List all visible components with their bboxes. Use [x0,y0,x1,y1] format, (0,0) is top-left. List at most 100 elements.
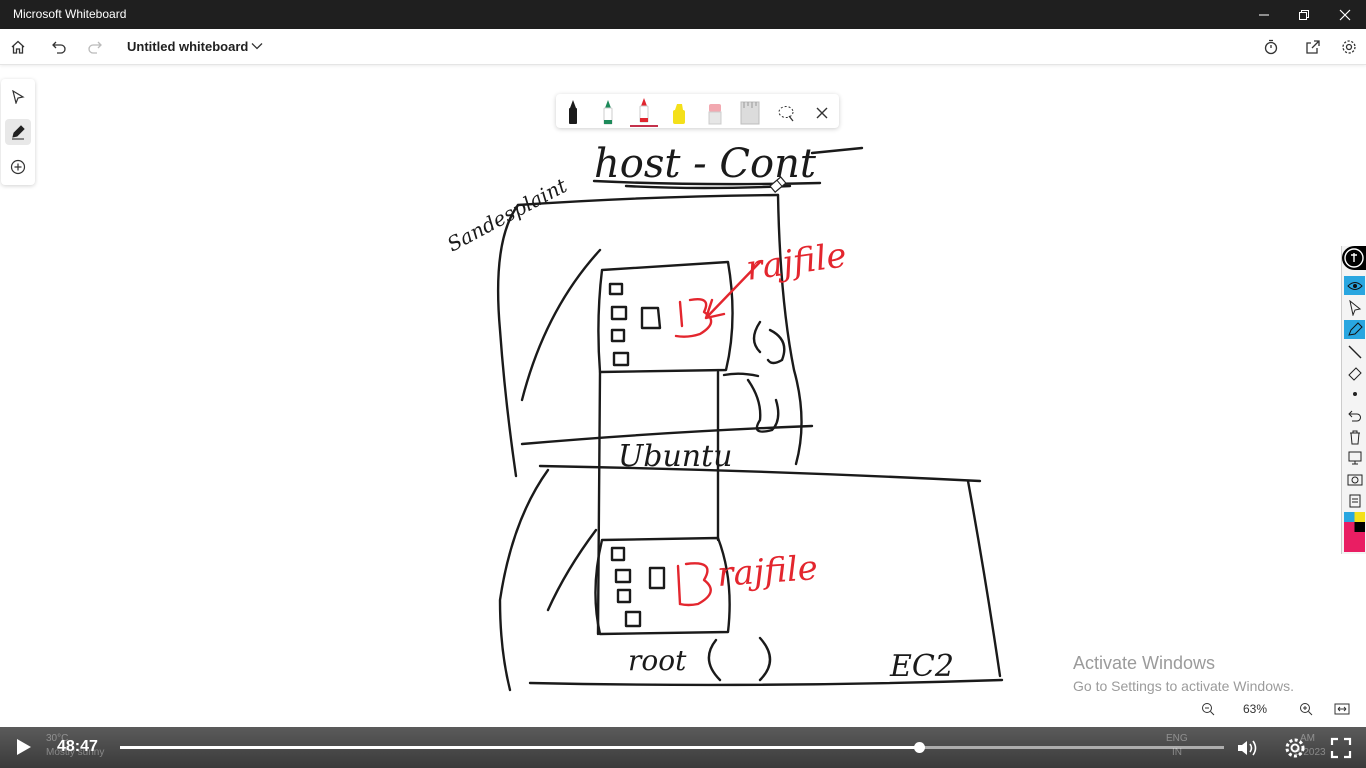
red-pen-button[interactable] [630,98,658,127]
undo-button[interactable] [47,35,71,59]
select-icon [12,90,25,104]
chevron-down-icon[interactable] [250,39,264,53]
trash-button[interactable] [1344,427,1365,446]
black-pen-icon [569,100,577,124]
fit-width-button[interactable] [1333,700,1351,718]
add-button[interactable] [5,154,31,180]
left-tool-rail [1,79,35,185]
restore-button[interactable] [1283,0,1325,29]
redo-icon [88,41,102,54]
app-toolbar: Untitled whiteboard [0,29,1366,65]
play-icon [17,739,31,755]
select-tool-button[interactable] [5,84,31,110]
settings-icon [1342,40,1356,54]
green-pen-button[interactable] [596,98,620,126]
document-title[interactable]: Untitled whiteboard [127,39,248,54]
eye-button[interactable] [1344,276,1365,295]
pen-tool-anno-button[interactable] [1344,320,1365,339]
ink-side-label: Sandesplaint [443,173,572,257]
fullscreen-icon [1330,737,1352,759]
clipboard-icon [1349,494,1360,507]
undo-anno-button[interactable] [1344,406,1365,425]
fit-width-icon [1334,703,1350,715]
close-icon [816,107,828,119]
pen-tool-button[interactable] [5,119,31,145]
line-button[interactable] [1344,342,1365,361]
video-player-bar: 30°C Mostly sunny ENG IN AM 3/2023 48:47 [0,727,1366,768]
zoom-out-button[interactable] [1199,700,1217,718]
share-icon [1306,40,1320,54]
seek-bar[interactable] [120,742,1224,753]
activate-windows-watermark: Activate Windows Go to Settings to activ… [1073,653,1294,694]
ink-root: root [628,644,687,677]
green-pen-icon [603,100,613,125]
dot-button[interactable] [1344,384,1365,403]
black-pen-button[interactable] [561,98,585,126]
minimize-button[interactable] [1243,0,1285,29]
volume-icon [1238,740,1257,756]
seek-bar-progress [120,746,920,749]
highlighter-button[interactable] [667,98,691,126]
fullscreen-button[interactable] [1329,736,1353,760]
ink-layer: host - Cont Sandesplaint Ubuntu root EC2… [443,141,1004,692]
cursor-button[interactable] [1344,298,1365,317]
window-title: Microsoft Whiteboard [13,7,127,21]
settings-gear-icon [1285,738,1305,758]
zoom-controls: 63% [1190,695,1362,723]
minimize-icon [1259,14,1269,15]
title-bar: Microsoft Whiteboard [0,0,1366,29]
zoom-in-icon [1300,703,1313,716]
annotation-toolbar [1341,246,1366,554]
settings-button[interactable] [1337,35,1361,59]
zoom-in-button[interactable] [1297,700,1315,718]
close-window-button[interactable] [1324,0,1366,29]
close-pen-tray-button[interactable] [810,98,834,126]
ink-ec2: EC2 [889,649,954,684]
eraser-icon [1347,366,1362,381]
highlighter-icon [673,104,685,124]
ruler-icon [740,101,760,125]
screen-record-button[interactable] [1344,448,1365,467]
eraser-anno-button[interactable] [1344,363,1365,382]
whiteboard-canvas[interactable]: host - Cont Sandesplaint Ubuntu root EC2… [0,65,1366,727]
close-icon [1339,9,1351,20]
eye-icon [1346,281,1363,290]
camera-button[interactable] [1344,469,1365,488]
color-swatch[interactable] [1344,512,1365,552]
timer-icon [1264,39,1278,55]
ink-ubuntu: Ubuntu [618,439,733,474]
undo-icon [52,41,66,54]
clipboard-button[interactable] [1344,490,1365,509]
lasso-button[interactable] [774,98,798,126]
eraser-button[interactable] [703,98,727,126]
activate-subtitle: Go to Settings to activate Windows. [1073,678,1294,694]
line-icon [1348,345,1361,358]
restore-icon [1299,9,1309,20]
pen-icon [12,125,25,140]
share-button[interactable] [1301,35,1325,59]
red-pen-icon [639,98,649,123]
eraser-icon [708,104,722,125]
redo-button[interactable] [83,35,107,59]
ghost-lang1: ENG [1166,733,1188,744]
volume-button[interactable] [1236,736,1260,760]
zoom-out-icon [1202,703,1215,716]
seek-bar-knob[interactable] [914,742,926,753]
pin-button[interactable] [1342,246,1366,270]
play-button[interactable] [13,737,33,757]
player-settings-button[interactable] [1283,736,1307,760]
lasso-icon [778,106,794,122]
whiteboard-app: Microsoft Whiteboard Untitled whiteboard [0,0,1366,768]
timer-button[interactable] [1259,35,1283,59]
ink-red-label-1: rajfile [744,235,849,289]
pen-tool-icon [1347,321,1363,336]
ruler-button[interactable] [738,98,762,126]
home-icon [11,40,25,54]
camera-icon [1347,474,1362,485]
pin-icon [1344,248,1364,268]
black-ink-strokes [496,146,1004,692]
cursor-icon [1348,299,1361,316]
add-icon [10,159,26,175]
playback-time: 48:47 [57,738,98,755]
home-button[interactable] [6,35,30,59]
